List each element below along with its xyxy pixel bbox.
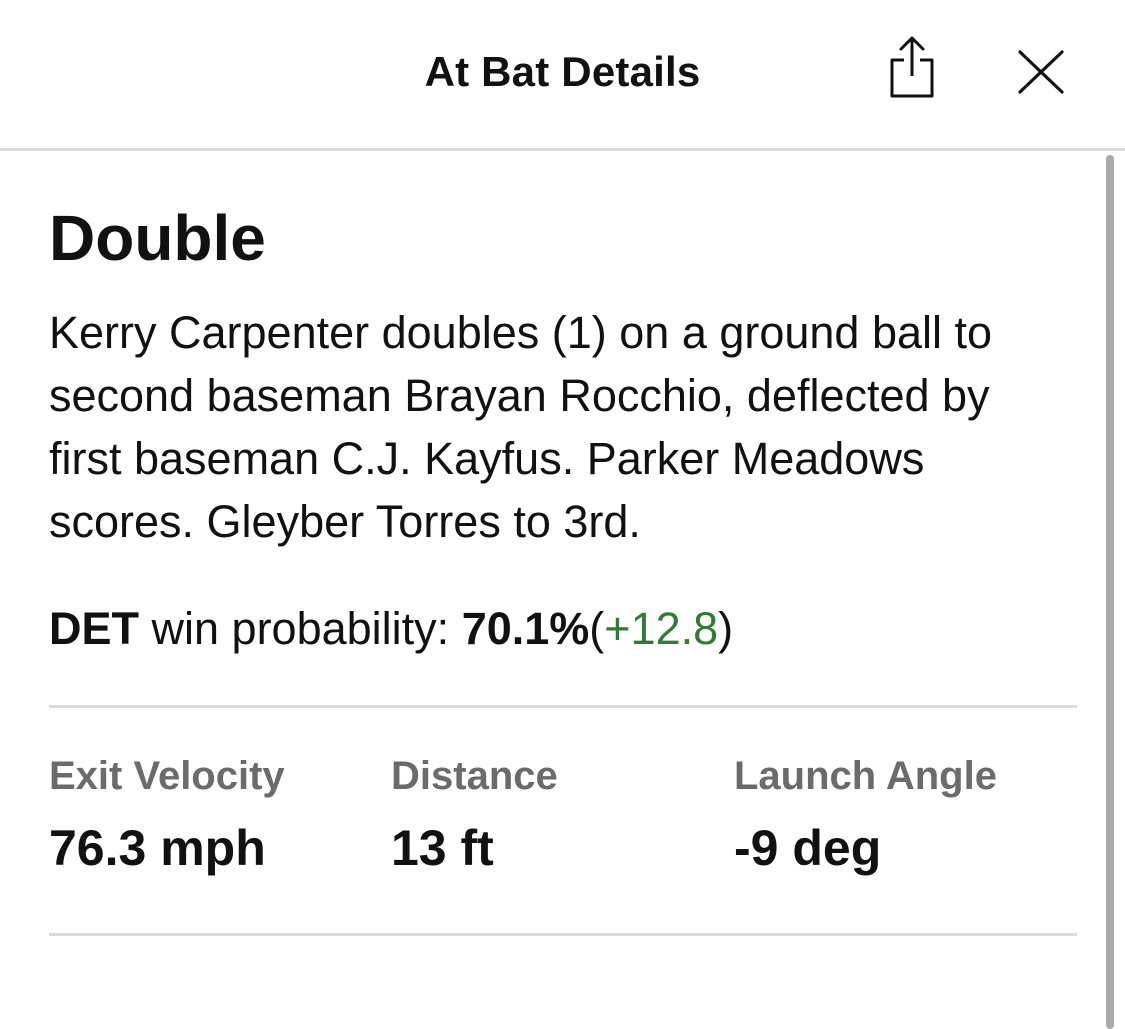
at-bat-details-modal: At Bat Details Double Kerry Carpenter do… xyxy=(0,0,1125,1029)
win-probability: DET win probability: 70.1%(+12.8) xyxy=(49,599,1077,659)
divider xyxy=(49,933,1077,936)
win-probability-close-paren: ) xyxy=(718,603,734,654)
stat-value: 76.3 mph xyxy=(49,820,266,876)
stat-exit-velocity: Exit Velocity 76.3 mph xyxy=(49,752,391,933)
win-probability-open-paren: ( xyxy=(589,603,605,654)
scrollbar[interactable] xyxy=(1106,155,1114,1029)
stat-value: 13 ft xyxy=(391,820,494,876)
win-probability-label: win probability: xyxy=(151,603,450,654)
stat-value: -9 deg xyxy=(734,820,882,876)
win-probability-team: DET xyxy=(49,603,139,654)
close-icon xyxy=(1018,50,1064,94)
win-probability-percent: 70.1% xyxy=(461,603,590,654)
share-button[interactable] xyxy=(884,34,940,102)
win-probability-delta: +12.8 xyxy=(604,603,719,654)
share-icon xyxy=(890,36,934,98)
modal-title: At Bat Details xyxy=(424,48,701,95)
stat-launch-angle: Launch Angle -9 deg xyxy=(734,752,1077,933)
modal-content: Double Kerry Carpenter doubles (1) on a … xyxy=(49,151,1077,936)
stat-label: Launch Angle xyxy=(734,754,997,798)
play-description: Kerry Carpenter doubles (1) on a ground … xyxy=(49,307,993,547)
stat-label: Distance xyxy=(391,754,558,798)
close-button[interactable] xyxy=(1014,48,1068,96)
stat-label: Exit Velocity xyxy=(49,754,285,798)
play-result-title: Double xyxy=(49,202,266,274)
stat-distance: Distance 13 ft xyxy=(391,752,734,933)
modal-header: At Bat Details xyxy=(0,0,1125,151)
hit-stats: Exit Velocity 76.3 mph Distance 13 ft La… xyxy=(49,708,1077,933)
